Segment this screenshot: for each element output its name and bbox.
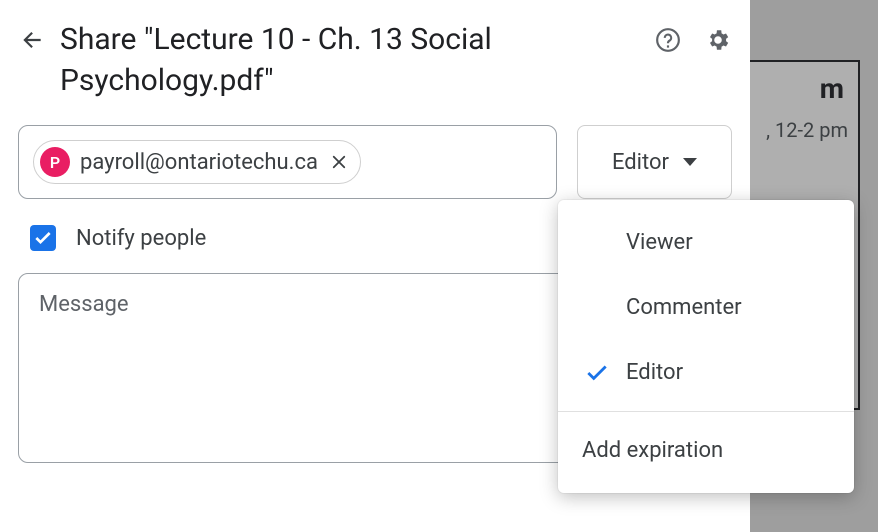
dialog-header: Share "Lecture 10 - Ch. 13 Social Psycho… — [18, 20, 732, 101]
remove-recipient-button[interactable] — [328, 151, 350, 173]
arrow-left-icon — [19, 27, 45, 53]
avatar: P — [40, 147, 70, 177]
add-expiration-option[interactable]: Add expiration — [558, 418, 854, 483]
role-option-commenter[interactable]: Commenter — [558, 275, 854, 340]
chevron-down-icon — [683, 158, 697, 166]
menu-separator — [558, 411, 854, 412]
recipient-row: P payroll@ontariotechu.ca Editor — [18, 125, 732, 199]
underlying-time-fragment: , 12-2 pm — [766, 118, 848, 142]
underlying-heading-fragment: m — [820, 72, 844, 105]
role-option-label: Commenter — [626, 295, 742, 320]
header-actions — [654, 26, 732, 54]
role-option-label: Viewer — [626, 230, 693, 255]
check-icon — [584, 360, 610, 386]
recipient-chip: P payroll@ontariotechu.ca — [33, 140, 361, 184]
notify-checkbox[interactable] — [30, 225, 56, 251]
dialog-title: Share "Lecture 10 - Ch. 13 Social Psycho… — [60, 20, 640, 101]
notify-label: Notify people — [76, 226, 206, 251]
back-button[interactable] — [18, 26, 46, 54]
role-option-viewer[interactable]: Viewer — [558, 210, 854, 275]
gear-icon — [705, 27, 731, 53]
check-slot — [582, 361, 612, 385]
role-option-editor[interactable]: Editor — [558, 340, 854, 405]
role-option-label: Editor — [626, 360, 683, 385]
check-slot — [582, 296, 612, 320]
check-slot — [582, 231, 612, 255]
role-dropdown-button[interactable]: Editor — [577, 125, 732, 199]
menu-footer-label: Add expiration — [582, 438, 723, 463]
message-placeholder: Message — [39, 292, 129, 317]
role-dropdown-label: Editor — [612, 150, 669, 175]
help-button[interactable] — [654, 26, 682, 54]
recipient-email: payroll@ontariotechu.ca — [80, 150, 318, 175]
role-menu: Viewer Commenter Editor Add expiration — [558, 200, 854, 493]
help-icon — [655, 27, 681, 53]
people-input[interactable]: P payroll@ontariotechu.ca — [18, 125, 557, 199]
settings-button[interactable] — [704, 26, 732, 54]
close-icon — [330, 153, 348, 171]
check-icon — [33, 228, 53, 248]
